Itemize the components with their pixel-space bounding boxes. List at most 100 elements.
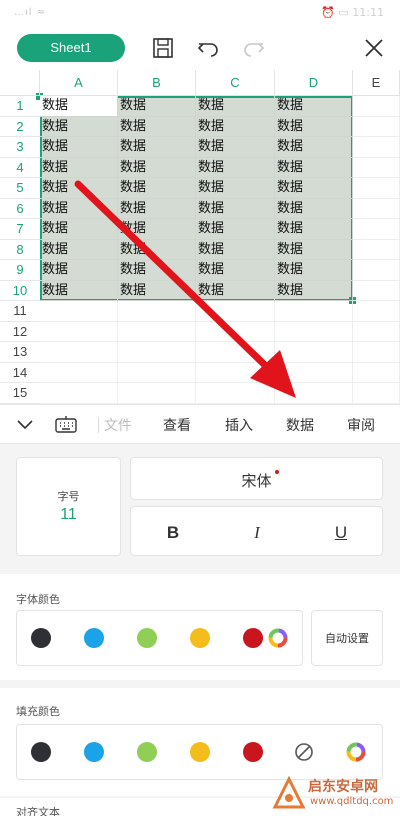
close-icon[interactable] bbox=[361, 35, 387, 61]
row-header-1[interactable]: 1 bbox=[0, 96, 40, 117]
save-icon[interactable] bbox=[150, 35, 176, 61]
cell-b1[interactable]: 数据 bbox=[118, 96, 196, 117]
color-swatch[interactable] bbox=[84, 628, 104, 648]
cell-b3[interactable]: 数据 bbox=[118, 137, 196, 158]
cell-c4[interactable]: 数据 bbox=[196, 157, 275, 178]
tab-view[interactable]: 查看 bbox=[163, 415, 191, 435]
cell-a7[interactable]: 数据 bbox=[40, 219, 118, 240]
column-header-d[interactable]: D bbox=[275, 70, 353, 96]
cell-a8[interactable]: 数据 bbox=[40, 239, 118, 260]
cell-a2[interactable]: 数据 bbox=[40, 116, 118, 137]
ribbon-tabs: 文件 查看 插入 数据 审阅 bbox=[0, 404, 400, 444]
color-swatch[interactable] bbox=[137, 628, 157, 648]
app-root: …ıl ≈ ⏰ ▭ 11:11 Sheet1 A B C D E 1 数据 数据 数据 数据 2 数据… bbox=[0, 0, 400, 816]
chevron-down-icon[interactable] bbox=[14, 415, 36, 435]
cell-d5[interactable]: 数据 bbox=[275, 178, 353, 199]
row-header-11[interactable]: 11 bbox=[0, 301, 40, 322]
column-header-c[interactable]: C bbox=[196, 70, 275, 96]
cell-b9[interactable]: 数据 bbox=[118, 260, 196, 281]
row-header-9[interactable]: 9 bbox=[0, 260, 40, 281]
cell-d1[interactable]: 数据 bbox=[275, 96, 353, 117]
bold-button[interactable]: B bbox=[158, 523, 188, 543]
row-header-8[interactable]: 8 bbox=[0, 240, 40, 260]
tab-file[interactable]: 文件 bbox=[104, 415, 132, 435]
cell-c2[interactable]: 数据 bbox=[196, 116, 275, 137]
color-swatch[interactable] bbox=[243, 742, 263, 762]
cell-d6[interactable]: 数据 bbox=[275, 198, 353, 219]
color-swatch[interactable] bbox=[190, 742, 210, 762]
grid-line bbox=[40, 341, 400, 342]
keyboard-icon[interactable] bbox=[54, 415, 78, 435]
color-swatch[interactable] bbox=[243, 628, 263, 648]
cell-b8[interactable]: 数据 bbox=[118, 239, 196, 260]
row-header-10[interactable]: 10 bbox=[0, 281, 40, 301]
row-header-4[interactable]: 4 bbox=[0, 158, 40, 178]
column-header-b[interactable]: B bbox=[118, 70, 196, 96]
new-badge bbox=[275, 470, 279, 474]
cell-c8[interactable]: 数据 bbox=[196, 239, 275, 260]
row-header-12[interactable]: 12 bbox=[0, 322, 40, 342]
tab-review[interactable]: 审阅 bbox=[347, 415, 375, 435]
cell-d3[interactable]: 数据 bbox=[275, 137, 353, 158]
underline-button[interactable]: U bbox=[326, 523, 356, 543]
cell-c9[interactable]: 数据 bbox=[196, 260, 275, 281]
row-header-14[interactable]: 14 bbox=[0, 363, 40, 383]
cell-d7[interactable]: 数据 bbox=[275, 219, 353, 240]
row-header-3[interactable]: 3 bbox=[0, 137, 40, 158]
cell-b7[interactable]: 数据 bbox=[118, 219, 196, 240]
custom-color-icon[interactable] bbox=[346, 742, 366, 762]
cell-c7[interactable]: 数据 bbox=[196, 219, 275, 240]
redo-icon[interactable] bbox=[241, 35, 267, 61]
cell-b10[interactable]: 数据 bbox=[118, 280, 196, 301]
cell-b2[interactable]: 数据 bbox=[118, 116, 196, 137]
cell-d8[interactable]: 数据 bbox=[275, 239, 353, 260]
row-header-2[interactable]: 2 bbox=[0, 117, 40, 137]
undo-icon[interactable] bbox=[195, 35, 221, 61]
tab-insert[interactable]: 插入 bbox=[225, 415, 253, 435]
color-swatch[interactable] bbox=[31, 742, 51, 762]
column-header-a[interactable]: A bbox=[40, 70, 118, 96]
top-toolbar: Sheet1 bbox=[0, 26, 400, 70]
cell-d4[interactable]: 数据 bbox=[275, 157, 353, 178]
cell-b4[interactable]: 数据 bbox=[118, 157, 196, 178]
row-header-6[interactable]: 6 bbox=[0, 199, 40, 219]
cell-a10[interactable]: 数据 bbox=[40, 280, 118, 301]
color-swatch[interactable] bbox=[190, 628, 210, 648]
cell-c3[interactable]: 数据 bbox=[196, 137, 275, 158]
cell-c5[interactable]: 数据 bbox=[196, 178, 275, 199]
italic-button[interactable]: I bbox=[242, 523, 272, 543]
row-header-5[interactable]: 5 bbox=[0, 178, 40, 199]
cell-c10[interactable]: 数据 bbox=[196, 280, 275, 301]
font-size-label: 字号 bbox=[57, 490, 80, 503]
sheet-tab[interactable]: Sheet1 bbox=[17, 34, 125, 62]
color-swatch[interactable] bbox=[84, 742, 104, 762]
cell-a4[interactable]: 数据 bbox=[40, 157, 118, 178]
font-size-button[interactable]: 字号 11 bbox=[16, 457, 121, 556]
cell-b6[interactable]: 数据 bbox=[118, 198, 196, 219]
cell-d9[interactable]: 数据 bbox=[275, 260, 353, 281]
watermark-logo: 启东安卓网 www.qdltdq.com bbox=[270, 774, 400, 814]
cell-d10[interactable]: 数据 bbox=[275, 280, 353, 301]
cell-b5[interactable]: 数据 bbox=[118, 178, 196, 199]
cell-c6[interactable]: 数据 bbox=[196, 198, 275, 219]
cell-a6[interactable]: 数据 bbox=[40, 198, 118, 219]
custom-color-icon[interactable] bbox=[268, 628, 288, 648]
row-header-15[interactable]: 15 bbox=[0, 383, 40, 404]
tab-data[interactable]: 数据 bbox=[286, 415, 314, 435]
color-swatch[interactable] bbox=[137, 742, 157, 762]
column-header-e[interactable]: E bbox=[353, 70, 400, 96]
color-swatch[interactable] bbox=[31, 628, 51, 648]
grid-corner[interactable] bbox=[0, 70, 40, 96]
no-fill-icon[interactable] bbox=[294, 742, 314, 762]
cell-a9[interactable]: 数据 bbox=[40, 260, 118, 281]
auto-color-button[interactable]: 自动设置 bbox=[311, 610, 383, 666]
cell-a5[interactable]: 数据 bbox=[40, 178, 118, 199]
cell-a1[interactable]: 数据 bbox=[40, 96, 118, 117]
font-name-button[interactable]: 宋体 bbox=[130, 457, 383, 500]
spreadsheet-grid[interactable]: A B C D E 1 数据 数据 数据 数据 2 数据 数据 数据 数据 3 数据 数据 数据 数据 4 数据 数据 数据数… bbox=[0, 70, 400, 404]
row-header-7[interactable]: 7 bbox=[0, 219, 40, 240]
cell-d2[interactable]: 数据 bbox=[275, 116, 353, 137]
cell-c1[interactable]: 数据 bbox=[196, 96, 275, 117]
row-header-13[interactable]: 13 bbox=[0, 342, 40, 363]
cell-a3[interactable]: 数据 bbox=[40, 137, 118, 158]
